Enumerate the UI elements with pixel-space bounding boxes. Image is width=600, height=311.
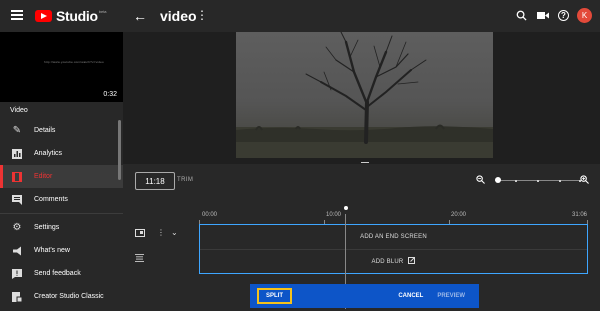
sidebar-item-whats-new[interactable]: What's new bbox=[0, 239, 123, 262]
bar-chart-icon bbox=[11, 148, 23, 160]
sidebar-item-details[interactable]: ✎ Details bbox=[0, 119, 123, 142]
video-preview-area bbox=[123, 32, 600, 158]
split-action-bar: SPLIT CANCEL PREVIEW bbox=[250, 284, 479, 308]
ruler-label: 31:06 bbox=[572, 212, 588, 218]
zoom-step bbox=[559, 179, 561, 182]
avatar[interactable]: K bbox=[577, 8, 592, 23]
film-icon bbox=[11, 171, 23, 183]
timeline-ruler: 00:00 10:00 20:00 31:06 bbox=[199, 210, 588, 224]
tree-image bbox=[236, 32, 493, 158]
track-controls: ⋮ ⌄ bbox=[123, 224, 199, 274]
sidebar-item-comments[interactable]: Comments bbox=[0, 188, 123, 211]
thumbnail-caption: http://www.youtube.com/watch?v=video bbox=[44, 60, 104, 64]
sidebar-item-label: Settings bbox=[34, 224, 60, 231]
sidebar-item-label: Details bbox=[34, 127, 56, 134]
zoom-slider-knob[interactable] bbox=[495, 177, 501, 183]
sidebar-item-label: Creator Studio Classic bbox=[34, 293, 104, 300]
editor-tracks: ADD AN END SCREEN ADD BLUR bbox=[199, 224, 588, 274]
more-vert-icon[interactable]: ⋮ bbox=[157, 228, 165, 237]
chevron-down-icon[interactable]: ⌄ bbox=[171, 228, 178, 237]
menu-icon[interactable] bbox=[11, 10, 23, 20]
classic-icon bbox=[11, 291, 23, 303]
sidebar-item-label: Comments bbox=[34, 196, 68, 203]
sidebar-item-creator-studio-classic[interactable]: Creator Studio Classic bbox=[0, 285, 123, 308]
trim-button[interactable]: TRIM bbox=[177, 177, 193, 183]
add-end-screen-label: ADD AN END SCREEN bbox=[360, 234, 427, 240]
end-screen-icon[interactable] bbox=[135, 229, 145, 239]
ruler-label: 00:00 bbox=[202, 212, 218, 218]
top-bar: Studio beta ← video ⋮ ? K bbox=[0, 0, 600, 32]
add-blur-label: ADD BLUR bbox=[371, 258, 404, 265]
sidebar-item-label: Editor bbox=[34, 173, 53, 180]
sidebar: http://www.youtube.com/watch?v=video 0:3… bbox=[0, 32, 123, 311]
editor-panel: 11:18 TRIM 00:00 10:00 20:00 31:06 ⋮ ⌄ A… bbox=[123, 164, 600, 311]
logo-text: Studio bbox=[56, 8, 98, 24]
pencil-icon: ✎ bbox=[12, 125, 22, 136]
video-preview[interactable] bbox=[236, 32, 493, 158]
zoom-step bbox=[515, 179, 517, 182]
help-icon[interactable]: ? bbox=[558, 10, 569, 21]
blur-icon[interactable] bbox=[135, 254, 144, 264]
more-vert-icon[interactable]: ⋮ bbox=[196, 8, 208, 22]
ruler-label: 10:00 bbox=[326, 212, 342, 218]
studio-logo[interactable]: Studio beta bbox=[35, 8, 107, 24]
playhead-handle[interactable] bbox=[344, 206, 348, 210]
preview-button[interactable]: PREVIEW bbox=[437, 293, 465, 299]
zoom-step bbox=[537, 179, 539, 182]
sidebar-item-settings[interactable]: ⚙ Settings bbox=[0, 216, 123, 239]
zoom-slider[interactable] bbox=[495, 177, 581, 183]
editor-main: 11:18 TRIM 00:00 10:00 20:00 31:06 ⋮ ⌄ A… bbox=[123, 32, 600, 311]
add-blur-track[interactable]: ADD BLUR bbox=[200, 249, 587, 273]
sidebar-nav: ✎ Details Analytics Editor Comments ⚙ Se… bbox=[0, 119, 123, 308]
nav-divider bbox=[0, 213, 123, 214]
arrow-left-icon[interactable]: ← bbox=[133, 8, 147, 24]
video-camera-icon[interactable] bbox=[536, 9, 550, 23]
feedback-icon bbox=[11, 268, 23, 280]
open-in-new-icon bbox=[408, 257, 416, 266]
sidebar-item-label: What's new bbox=[34, 247, 70, 254]
current-time-input[interactable]: 11:18 bbox=[135, 172, 175, 190]
cancel-button[interactable]: CANCEL bbox=[398, 293, 423, 299]
megaphone-icon bbox=[11, 245, 23, 257]
logo-beta: beta bbox=[98, 9, 107, 14]
search-icon[interactable] bbox=[514, 9, 528, 23]
sidebar-scrollbar[interactable] bbox=[118, 120, 121, 180]
zoom-in-icon[interactable] bbox=[580, 175, 589, 186]
sidebar-item-editor[interactable]: Editor bbox=[0, 165, 123, 188]
comment-icon bbox=[11, 194, 23, 206]
zoom-out-icon[interactable] bbox=[476, 175, 485, 186]
sidebar-item-send-feedback[interactable]: Send feedback bbox=[0, 262, 123, 285]
video-thumbnail[interactable]: http://www.youtube.com/watch?v=video 0:3… bbox=[0, 32, 123, 102]
ruler-label: 20:00 bbox=[451, 212, 467, 218]
youtube-play-icon bbox=[35, 10, 52, 22]
section-label: Video bbox=[10, 107, 28, 114]
sidebar-item-label: Send feedback bbox=[34, 270, 81, 277]
page-title: video bbox=[160, 8, 197, 24]
add-end-screen-track[interactable]: ADD AN END SCREEN bbox=[200, 225, 587, 249]
split-button[interactable]: SPLIT bbox=[257, 288, 292, 304]
sidebar-item-analytics[interactable]: Analytics bbox=[0, 142, 123, 165]
sidebar-item-label: Analytics bbox=[34, 150, 63, 157]
gear-icon: ⚙ bbox=[12, 222, 22, 233]
video-duration: 0:32 bbox=[103, 91, 117, 98]
